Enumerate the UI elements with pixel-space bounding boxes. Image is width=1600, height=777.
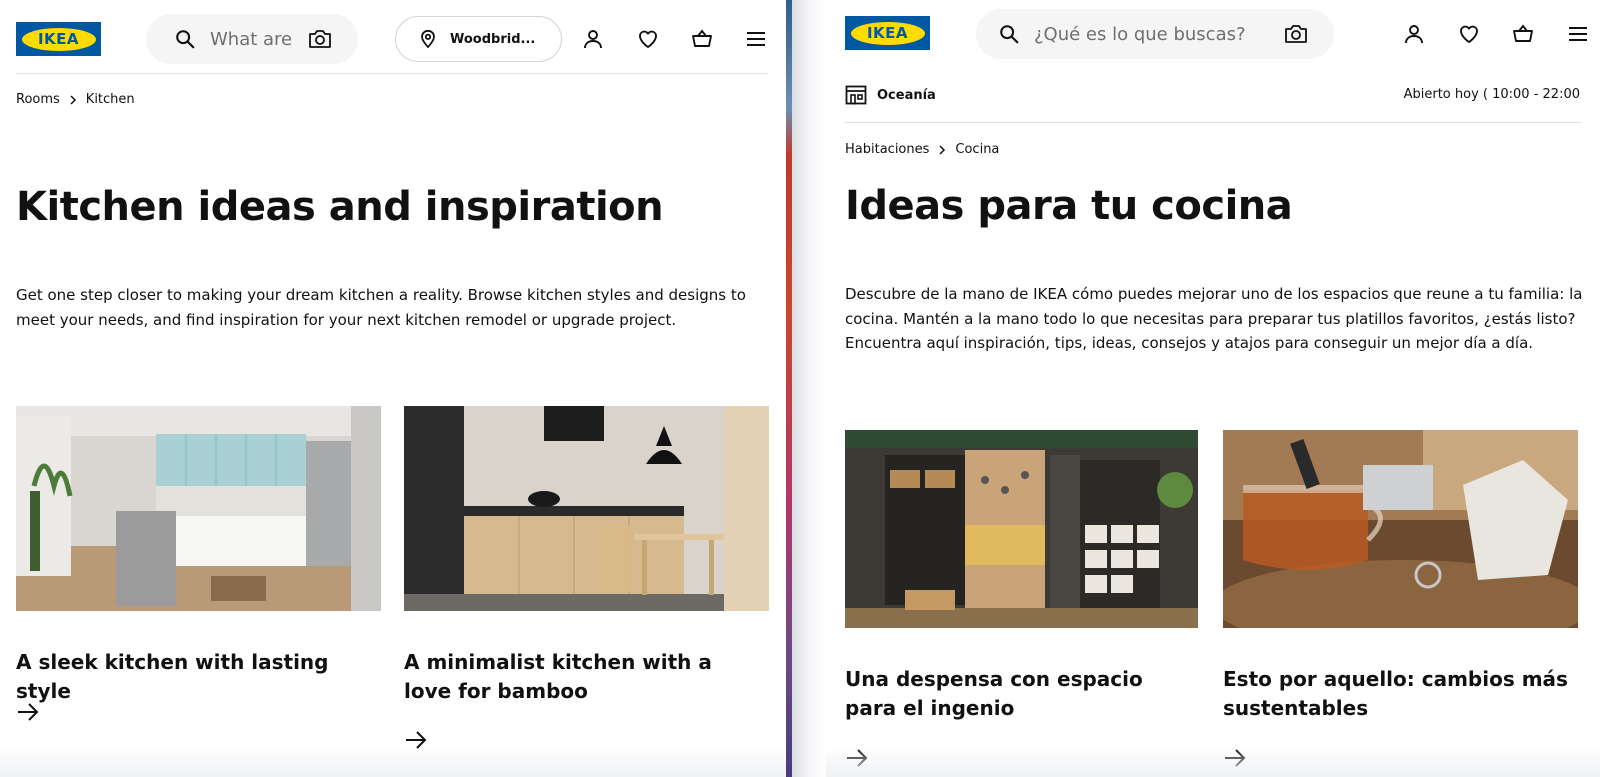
arrow-right-icon[interactable] (845, 748, 869, 768)
search-input[interactable] (1034, 23, 1284, 45)
arrow-right-icon[interactable] (16, 702, 40, 722)
card-image-sleek-kitchen[interactable] (16, 406, 381, 611)
card-image-pantry[interactable] (845, 430, 1198, 628)
basket-icon (1513, 24, 1533, 42)
breadcrumb-habitaciones[interactable]: Habitaciones (845, 142, 929, 157)
heart-icon (1460, 25, 1478, 43)
store-icon (845, 85, 867, 105)
arrow-right-icon[interactable] (404, 730, 428, 750)
breadcrumb-rooms[interactable]: Rooms (16, 92, 60, 107)
logo-text: IKEA (866, 24, 909, 42)
store-name: Oceanía (877, 87, 936, 103)
window-divider (786, 0, 826, 777)
favourites-button[interactable] (635, 26, 661, 52)
basket-icon (692, 29, 712, 47)
camera-icon[interactable] (1284, 23, 1308, 45)
bottom-fade (0, 747, 786, 777)
header-divider (16, 73, 768, 74)
store-selector-button[interactable]: Woodbrid... (395, 16, 562, 62)
heart-icon (639, 30, 657, 48)
account-icon (584, 30, 602, 49)
chevron-right-icon (70, 94, 76, 105)
bottom-fade (826, 747, 1600, 777)
account-icon (1405, 25, 1423, 44)
basket-button[interactable] (689, 26, 715, 52)
english-page: IKEA Woodbrid... Rooms Kitchen Kitchen i… (0, 0, 786, 777)
page-title: Ideas para tu cocina (845, 183, 1293, 229)
search-icon (176, 30, 195, 49)
basket-button[interactable] (1510, 21, 1536, 47)
camera-icon[interactable] (308, 28, 332, 50)
arrow-right-icon[interactable] (1223, 748, 1247, 768)
favourites-button[interactable] (1456, 21, 1482, 47)
breadcrumb-cocina[interactable]: Cocina (955, 142, 999, 157)
store-name: Woodbrid... (450, 31, 536, 47)
store-selector-button[interactable]: Oceanía (845, 85, 936, 105)
menu-button[interactable] (743, 26, 769, 52)
card-title-sleek-kitchen[interactable]: A sleek kitchen with lasting style (16, 648, 376, 706)
card-title-sustainable-changes[interactable]: Esto por aquello: cambios más sustentabl… (1223, 665, 1583, 723)
intro-text: Get one step closer to making your dream… (16, 286, 746, 329)
search-bar[interactable] (976, 9, 1334, 59)
page-title: Kitchen ideas and inspiration (16, 184, 664, 230)
logo-text: IKEA (37, 30, 80, 48)
menu-button[interactable] (1565, 21, 1591, 47)
card-image-sustainable-changes[interactable] (1223, 430, 1578, 628)
search-icon (1000, 25, 1019, 44)
account-button[interactable] (580, 26, 606, 52)
menu-icon (1569, 27, 1587, 41)
card-image-minimalist-kitchen[interactable] (404, 406, 769, 611)
location-pin-icon (421, 29, 435, 49)
chevron-right-icon (939, 144, 946, 155)
breadcrumb: Rooms Kitchen (16, 92, 135, 107)
card-title-pantry[interactable]: Una despensa con espacio para el ingenio (845, 665, 1190, 723)
header-divider (845, 122, 1581, 123)
intro-text: Descubre de la mano de IKEA cómo puedes … (845, 285, 1583, 352)
card-title-minimalist-kitchen[interactable]: A minimalist kitchen with a love for bam… (404, 648, 764, 706)
ikea-logo[interactable]: IKEA (16, 22, 101, 56)
ikea-logo[interactable]: IKEA (845, 16, 930, 50)
opening-hours[interactable]: Abierto hoy ( 10:00 - 22:00 (1404, 87, 1580, 102)
search-bar[interactable] (146, 14, 358, 64)
account-button[interactable] (1401, 21, 1427, 47)
menu-icon (747, 32, 765, 46)
search-input[interactable] (210, 28, 308, 50)
breadcrumb-kitchen[interactable]: Kitchen (86, 92, 135, 107)
spanish-page: IKEA Oceanía Abierto hoy ( 10:00 - 22:00… (826, 0, 1600, 777)
breadcrumb: Habitaciones Cocina (845, 142, 999, 157)
